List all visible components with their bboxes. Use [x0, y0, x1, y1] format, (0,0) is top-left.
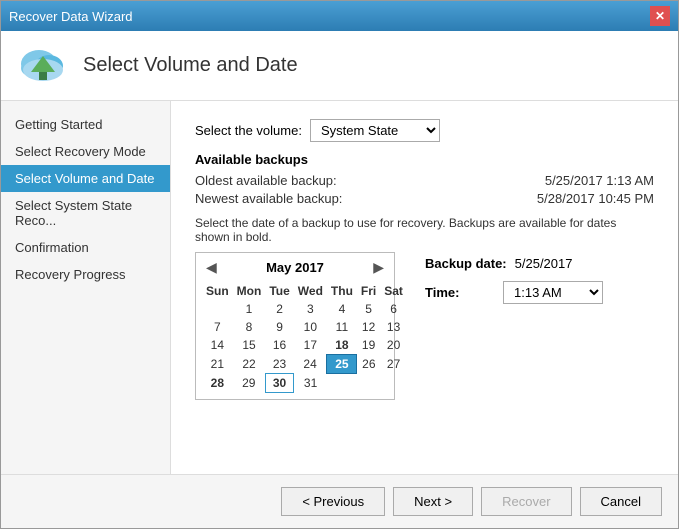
calendar-day-24[interactable]: 24: [294, 355, 327, 374]
calendar-day-20[interactable]: 20: [380, 336, 407, 355]
sidebar-item-confirmation[interactable]: Confirmation: [1, 234, 170, 261]
oldest-backup-row: Oldest available backup: 5/25/2017 1:13 …: [195, 173, 654, 188]
sidebar-item-select-volume-and-date[interactable]: Select Volume and Date: [1, 165, 170, 192]
calendar-month-year: May 2017: [266, 260, 324, 275]
calendar-day-17[interactable]: 17: [294, 336, 327, 355]
calendar-day-28[interactable]: 28: [202, 374, 233, 393]
newest-backup-label: Newest available backup:: [195, 191, 342, 206]
calendar-day-4[interactable]: 4: [327, 300, 357, 318]
backup-datetime-panel: Backup date: 5/25/2017 Time: 1:13 AM 10:…: [425, 256, 603, 304]
cal-header-thu: Thu: [327, 282, 357, 300]
calendar-day-21[interactable]: 21: [202, 355, 233, 374]
time-row: Time: 1:13 AM 10:45 PM: [425, 281, 603, 304]
calendar-next-button[interactable]: ▶: [369, 259, 388, 276]
calendar-week-3: 21222324252627: [202, 355, 407, 374]
content-area: Select the volume: System State C:\ D:\ …: [171, 101, 678, 474]
oldest-backup-label: Oldest available backup:: [195, 173, 337, 188]
calendar-day-8[interactable]: 8: [233, 318, 266, 336]
calendar-day-29[interactable]: 29: [233, 374, 266, 393]
calendar-day-22[interactable]: 22: [233, 355, 266, 374]
cal-header-sun: Sun: [202, 282, 233, 300]
calendar-day-25[interactable]: 25: [327, 355, 357, 374]
calendar-day-23[interactable]: 23: [265, 355, 293, 374]
calendar-day-13[interactable]: 13: [380, 318, 407, 336]
calendar-header: ◀ May 2017 ▶: [202, 259, 388, 276]
title-bar: Recover Data Wizard ✕: [1, 1, 678, 31]
calendar-day-30[interactable]: 30: [265, 374, 293, 393]
calendar-grid: Sun Mon Tue Wed Thu Fri Sat 123456789101…: [202, 282, 407, 393]
backup-date-label: Backup date:: [425, 256, 507, 271]
calendar: ◀ May 2017 ▶ Sun Mon Tue Wed Thu: [195, 252, 395, 400]
calendar-day-18[interactable]: 18: [327, 336, 357, 355]
sidebar-item-select-system-state-reco[interactable]: Select System State Reco...: [1, 192, 170, 234]
newest-backup-value: 5/28/2017 10:45 PM: [537, 191, 654, 206]
sidebar-item-select-recovery-mode[interactable]: Select Recovery Mode: [1, 138, 170, 165]
calendar-day-31[interactable]: 31: [294, 374, 327, 393]
volume-row: Select the volume: System State C:\ D:\: [195, 119, 654, 142]
cal-header-mon: Mon: [233, 282, 266, 300]
sidebar-item-recovery-progress[interactable]: Recovery Progress: [1, 261, 170, 288]
recover-button[interactable]: Recover: [481, 487, 571, 516]
wizard-icon: [17, 42, 69, 90]
calendar-week-4: 28293031: [202, 374, 407, 393]
volume-select-label: Select the volume:: [195, 123, 302, 138]
backup-date-value: 5/25/2017: [515, 256, 573, 271]
newest-backup-row: Newest available backup: 5/28/2017 10:45…: [195, 191, 654, 206]
cal-header-sat: Sat: [380, 282, 407, 300]
window-title: Recover Data Wizard: [9, 9, 133, 24]
oldest-backup-value: 5/25/2017 1:13 AM: [545, 173, 654, 188]
calendar-day-3[interactable]: 3: [294, 300, 327, 318]
volume-dropdown[interactable]: System State C:\ D:\: [310, 119, 440, 142]
cancel-button[interactable]: Cancel: [580, 487, 662, 516]
time-label: Time:: [425, 285, 495, 300]
time-dropdown[interactable]: 1:13 AM 10:45 PM: [503, 281, 603, 304]
previous-button[interactable]: < Previous: [281, 487, 385, 516]
calendar-day-14[interactable]: 14: [202, 336, 233, 355]
calendar-day-5[interactable]: 5: [357, 300, 380, 318]
next-button[interactable]: Next >: [393, 487, 473, 516]
available-backups-heading: Available backups: [195, 152, 654, 167]
main-content: Getting StartedSelect Recovery ModeSelec…: [1, 101, 678, 474]
calendar-week-1: 78910111213: [202, 318, 407, 336]
header-area: Select Volume and Date: [1, 31, 678, 101]
calendar-day-6[interactable]: 6: [380, 300, 407, 318]
footer: < Previous Next > Recover Cancel: [1, 474, 678, 528]
calendar-day-2[interactable]: 2: [265, 300, 293, 318]
select-date-instruction: Select the date of a backup to use for r…: [195, 216, 654, 244]
calendar-week-0: 123456: [202, 300, 407, 318]
calendar-day-26[interactable]: 26: [357, 355, 380, 374]
calendar-day-15[interactable]: 15: [233, 336, 266, 355]
cal-header-tue: Tue: [265, 282, 293, 300]
calendar-day-10[interactable]: 10: [294, 318, 327, 336]
calendar-day-11[interactable]: 11: [327, 318, 357, 336]
page-title: Select Volume and Date: [83, 54, 298, 77]
cal-header-wed: Wed: [294, 282, 327, 300]
calendar-day-9[interactable]: 9: [265, 318, 293, 336]
date-time-area: ◀ May 2017 ▶ Sun Mon Tue Wed Thu: [195, 252, 654, 400]
close-button[interactable]: ✕: [650, 6, 670, 26]
calendar-prev-button[interactable]: ◀: [202, 259, 221, 276]
calendar-day-16[interactable]: 16: [265, 336, 293, 355]
sidebar: Getting StartedSelect Recovery ModeSelec…: [1, 101, 171, 474]
calendar-day-7[interactable]: 7: [202, 318, 233, 336]
calendar-day-27[interactable]: 27: [380, 355, 407, 374]
cal-header-fri: Fri: [357, 282, 380, 300]
calendar-week-2: 14151617181920: [202, 336, 407, 355]
calendar-header-row: Sun Mon Tue Wed Thu Fri Sat: [202, 282, 407, 300]
calendar-day-19[interactable]: 19: [357, 336, 380, 355]
calendar-day-12[interactable]: 12: [357, 318, 380, 336]
backup-date-row: Backup date: 5/25/2017: [425, 256, 603, 271]
calendar-day-1[interactable]: 1: [233, 300, 266, 318]
sidebar-item-getting-started[interactable]: Getting Started: [1, 111, 170, 138]
wizard-window: Recover Data Wizard ✕ Select Volume and …: [0, 0, 679, 529]
